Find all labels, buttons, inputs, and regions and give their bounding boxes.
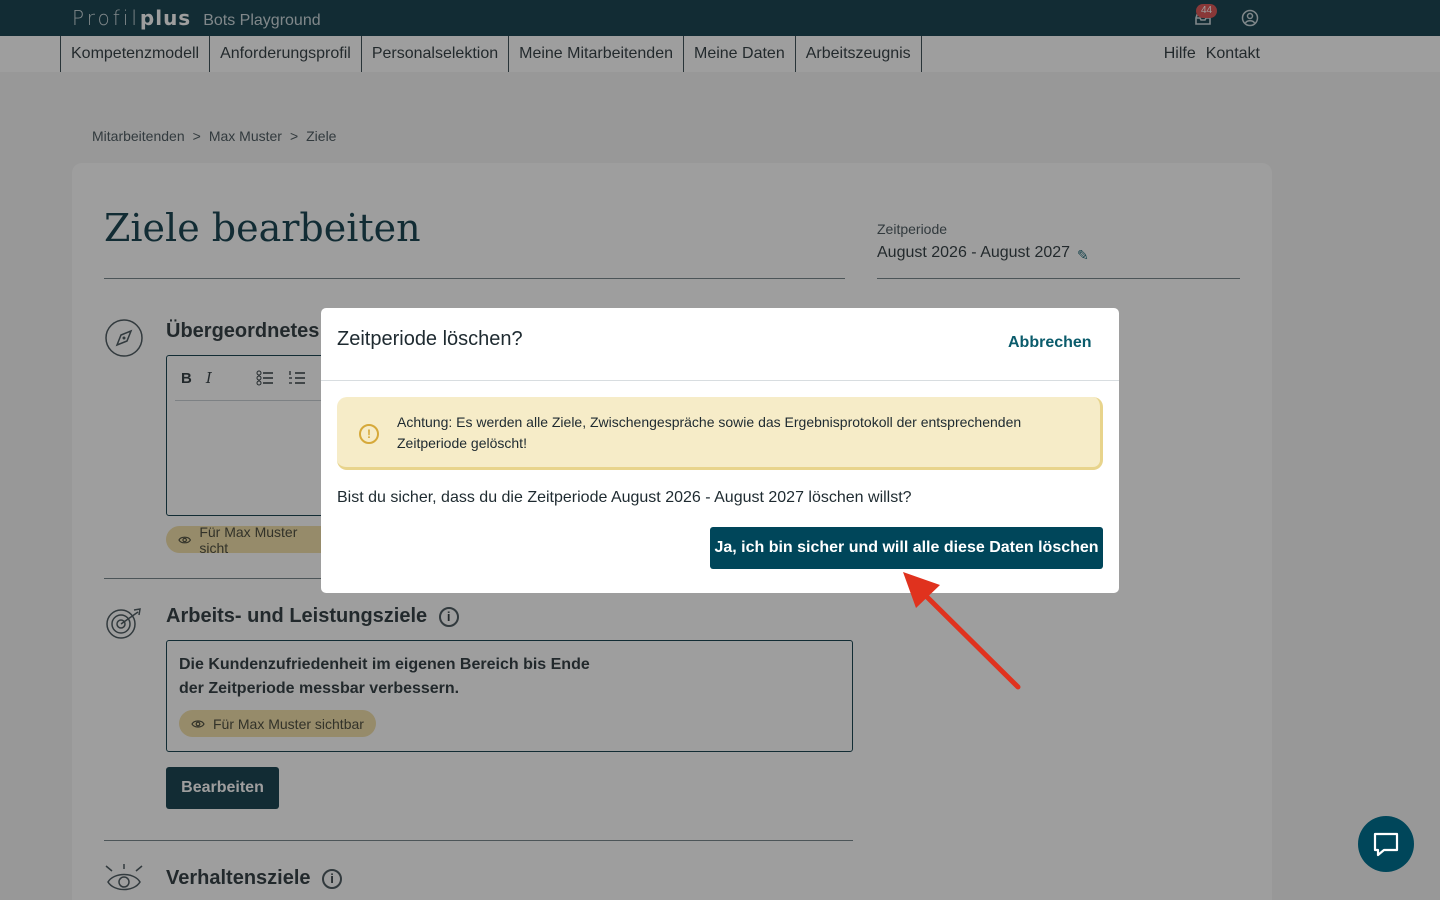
confirm-question: Bist du sicher, dass du die Zeitperiode … [337,489,912,506]
confirm-delete-button[interactable]: Ja, ich bin sicher und will alle diese D… [710,527,1103,569]
cancel-button[interactable]: Abbrechen [1008,334,1092,352]
dialog-title: Zeitperiode löschen? [337,328,523,350]
red-arrow-annotation [903,572,1021,690]
chat-icon [1373,832,1399,857]
chat-button[interactable] [1358,816,1414,872]
warning-banner: ! Achtung: Es werden alle Ziele, Zwische… [337,397,1103,470]
warning-text: Achtung: Es werden alle Ziele, Zwischeng… [397,414,1022,451]
dialog-divider [321,380,1119,381]
delete-period-dialog: Zeitperiode löschen? Abbrechen ! Achtung… [321,308,1119,593]
warning-icon: ! [359,424,379,444]
